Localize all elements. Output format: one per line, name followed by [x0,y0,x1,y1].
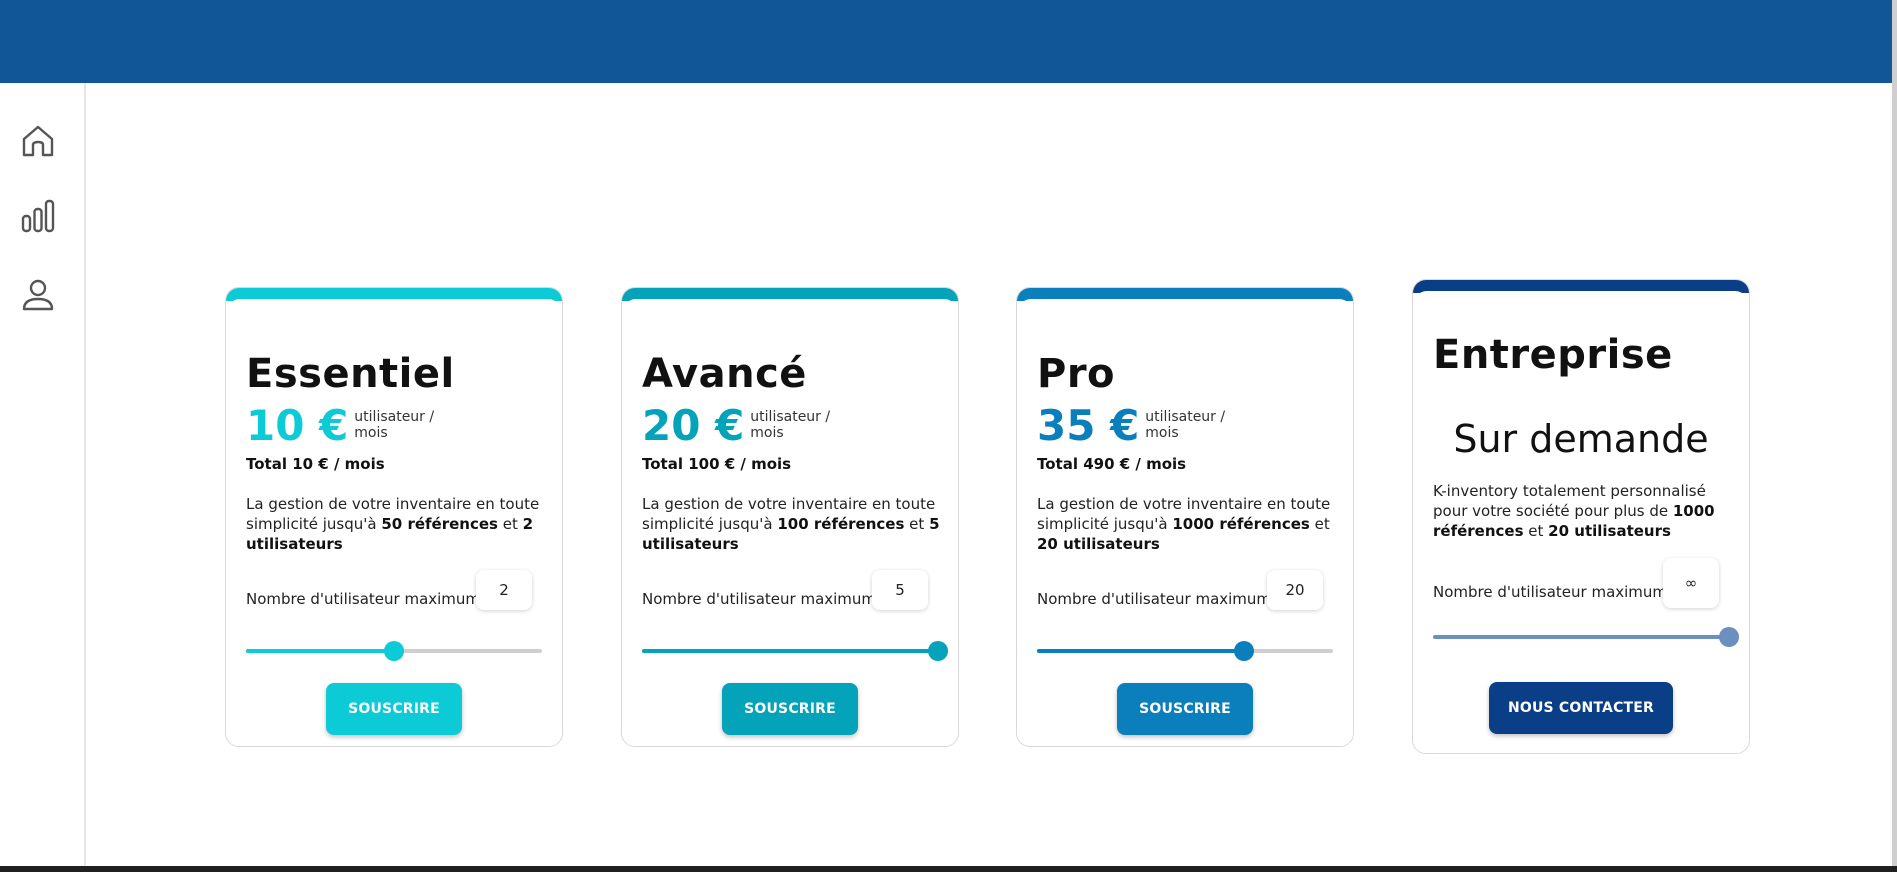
plan-total: Total 100 € / mois [642,455,792,473]
description-references: 1000 références [1172,515,1310,533]
home-icon [22,125,54,157]
plan-price-row: 35 € utilisateur / mois [1037,403,1235,449]
max-users-slider[interactable] [1433,627,1739,647]
top-header-bar [0,0,1892,83]
plan-description: La gestion de votre inventaire en toute … [1037,494,1337,554]
plan-title: Avancé [642,351,807,397]
plan-total: Total 10 € / mois [246,455,385,473]
max-users-input[interactable]: 2 [476,570,532,610]
plan-price: Sur demande [1453,417,1709,461]
description-text: K-inventory totalement personnalisé pour… [1433,482,1706,520]
slider-fill [246,649,394,653]
slider-thumb[interactable] [384,641,404,661]
sidebar-item-profile[interactable] [18,275,58,315]
max-users-label: Nombre d'utilisateur maximum [642,590,877,608]
slider-thumb[interactable] [1719,627,1739,647]
plan-price: 10 € [246,401,349,450]
description-references: 100 références [777,515,905,533]
plan-price-unit: utilisateur / mois [750,409,831,441]
sidebar [0,83,86,866]
slider-thumb[interactable] [1234,641,1255,661]
plan-description: La gestion de votre inventaire en toute … [642,494,942,554]
plan-title: Pro [1037,351,1116,397]
subscribe-button[interactable]: SOUSCRIRE [1117,683,1253,735]
plan-price-unit: utilisateur / mois [354,409,435,441]
description-users: 20 utilisateurs [1037,535,1160,553]
card-body: Avancé 20 € utilisateur / mois Total 100… [622,299,958,746]
max-users-slider[interactable] [642,641,948,661]
window-bottom-edge [0,866,1897,872]
plan-total: Total 490 € / mois [1037,455,1187,473]
slider-fill [1037,649,1245,653]
plan-price-row: 10 € utilisateur / mois [246,403,444,449]
sidebar-item-stats[interactable] [18,196,58,236]
plan-price-unit: utilisateur / mois [1145,409,1226,441]
max-users-input[interactable]: 5 [872,570,928,610]
max-users-slider[interactable] [246,641,542,661]
plan-card-pro: Pro 35 € utilisateur / mois Total 490 € … [1016,287,1354,747]
description-users: 20 utilisateurs [1548,522,1671,540]
sidebar-item-home[interactable] [18,121,58,161]
contact-button[interactable]: NOUS CONTACTER [1489,682,1673,734]
slider-thumb[interactable] [928,641,948,661]
slider-fill [642,649,938,653]
plan-description: La gestion de votre inventaire en toute … [246,494,546,554]
bar-chart-icon [21,199,55,233]
plan-title: Entreprise [1433,332,1673,378]
card-body: Essentiel 10 € utilisateur / mois Total … [226,299,562,746]
subscribe-button[interactable]: SOUSCRIRE [722,683,858,735]
plan-title: Essentiel [246,351,455,397]
max-users-input[interactable]: ∞ [1663,558,1719,608]
user-icon [22,279,54,311]
plan-price-row: 20 € utilisateur / mois [642,403,840,449]
max-users-label: Nombre d'utilisateur maximum [246,590,481,608]
plan-price: 35 € [1037,401,1140,450]
plan-card-entreprise: Entreprise Sur demande K-inventory total… [1412,279,1750,754]
plan-card-avance: Avancé 20 € utilisateur / mois Total 100… [621,287,959,747]
description-connector: et [1309,515,1330,533]
max-users-label: Nombre d'utilisateur maximum [1433,583,1668,601]
max-users-slider[interactable] [1037,641,1333,661]
window-scrollbar[interactable] [1892,0,1897,866]
plan-price: 20 € [642,401,745,450]
subscribe-button[interactable]: SOUSCRIRE [326,683,462,735]
max-users-label: Nombre d'utilisateur maximum [1037,590,1272,608]
description-connector: et [904,515,930,533]
plan-card-essentiel: Essentiel 10 € utilisateur / mois Total … [225,287,563,747]
description-connector: et [1523,522,1549,540]
plan-description: K-inventory totalement personnalisé pour… [1433,481,1733,541]
card-body: Entreprise Sur demande K-inventory total… [1413,291,1749,753]
description-references: 50 références [381,515,498,533]
card-body: Pro 35 € utilisateur / mois Total 490 € … [1017,299,1353,746]
slider-fill [1433,635,1729,639]
description-connector: et [497,515,523,533]
max-users-input[interactable]: 20 [1267,570,1323,610]
